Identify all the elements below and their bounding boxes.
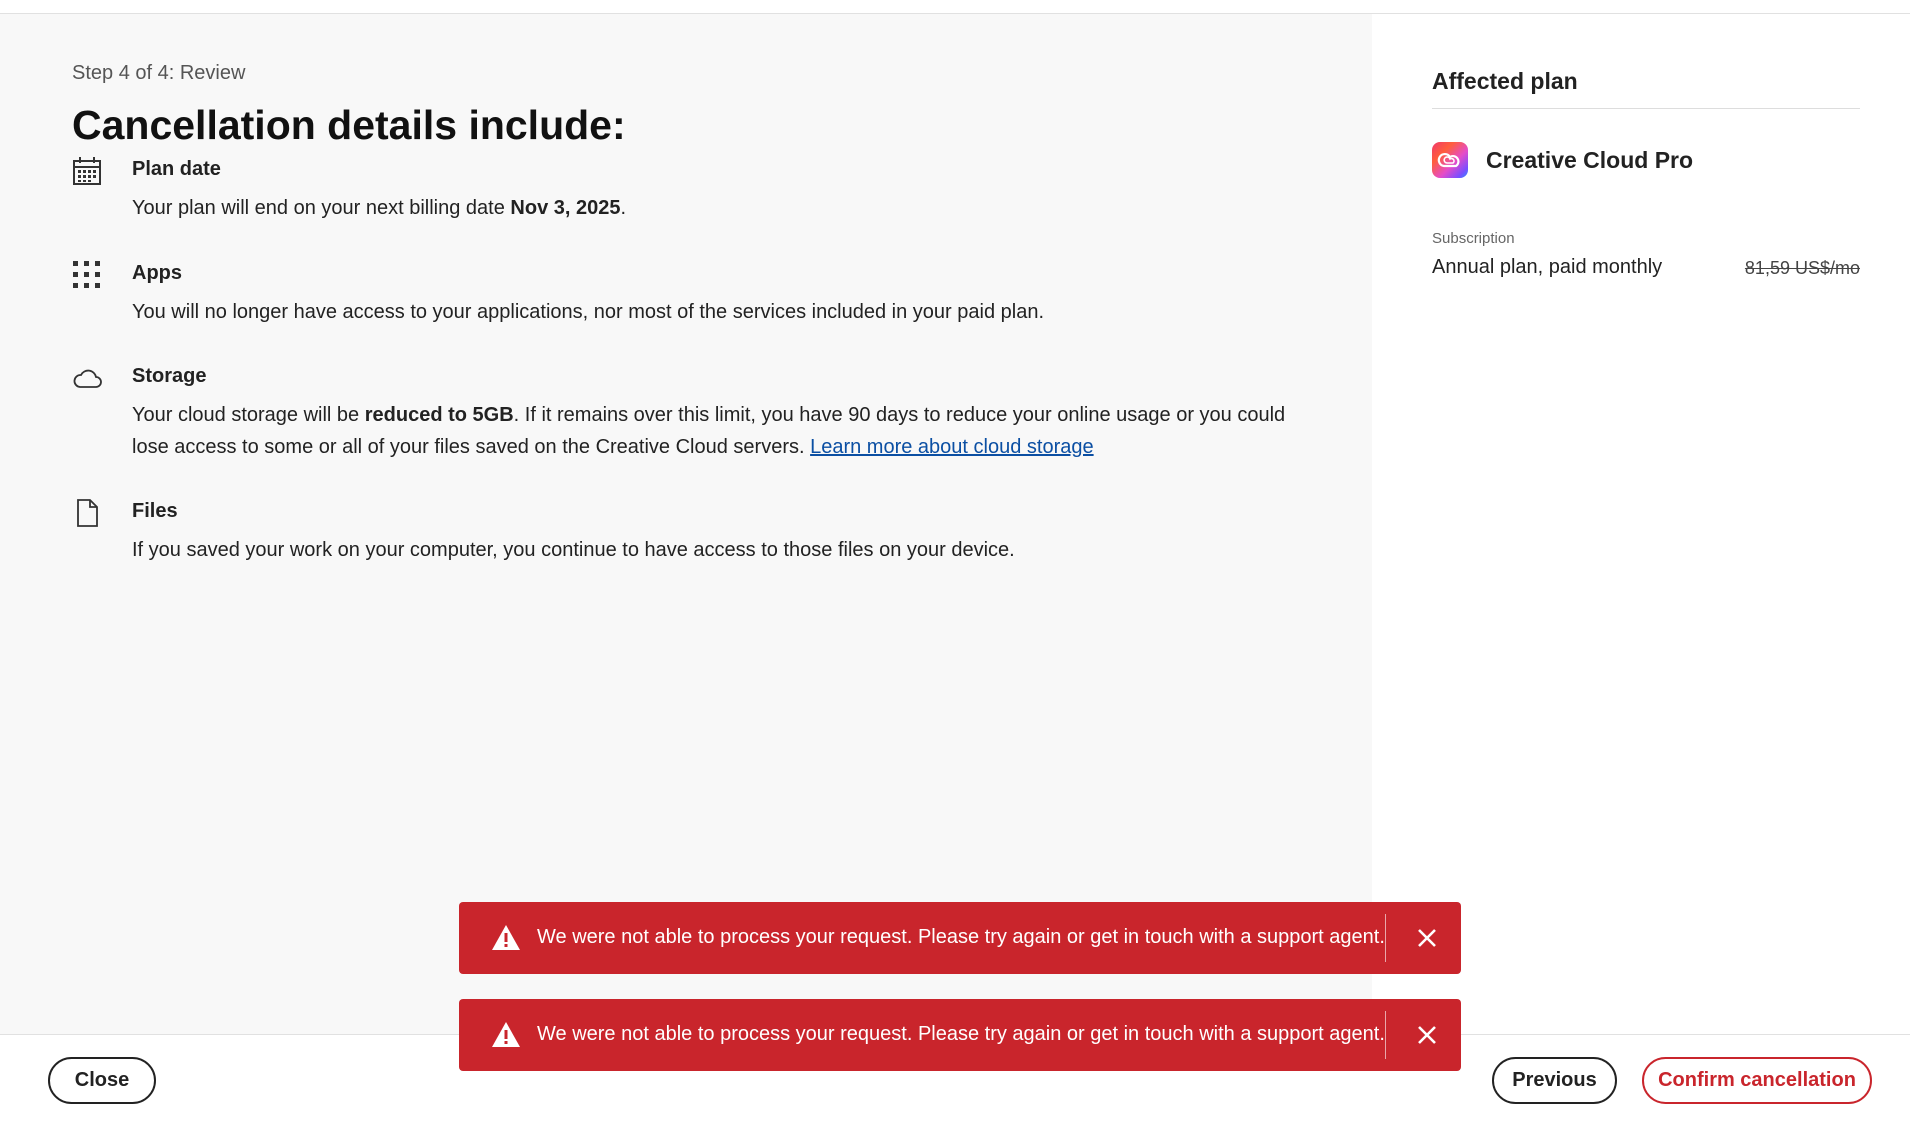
detail-plan-date: Plan date Your plan will end on your nex… xyxy=(72,156,1302,226)
plan-end-date: Nov 3, 2025 xyxy=(510,197,621,219)
apps-grid-icon xyxy=(73,261,100,288)
cloud-storage-link[interactable]: Learn more about cloud storage xyxy=(810,436,1094,458)
warning-icon xyxy=(492,925,520,950)
detail-storage: Storage Your cloud storage will be reduc… xyxy=(72,363,1302,473)
product-name: Creative Cloud Pro xyxy=(1486,146,1694,173)
toast-divider xyxy=(1385,914,1386,962)
detail-heading: Storage xyxy=(132,365,207,387)
calendar-icon xyxy=(73,157,101,185)
detail-heading: Apps xyxy=(132,262,182,284)
detail-text: You will no longer have access to your a… xyxy=(132,301,1045,323)
error-toast: We were not able to process your request… xyxy=(459,902,1461,974)
detail-text-part: Your cloud storage will be xyxy=(132,404,365,426)
aside-divider xyxy=(1432,108,1860,109)
step-indicator: Step 4 of 4: Review xyxy=(72,62,246,84)
plan-price: 81,59 US$/mo xyxy=(1744,258,1860,278)
detail-heading: Plan date xyxy=(132,158,221,180)
detail-text: Your plan will end on your next billing … xyxy=(132,192,1322,224)
detail-text-part: Your plan will end on your next billing … xyxy=(132,197,511,219)
detail-heading: Files xyxy=(132,500,178,522)
product-row: Creative Cloud Pro xyxy=(1432,142,1693,178)
detail-text: If you saved your work on your computer,… xyxy=(132,539,1015,561)
top-divider xyxy=(0,0,1910,14)
toast-message: We were not able to process your request… xyxy=(537,1023,1385,1045)
main-panel: Step 4 of 4: Review Cancellation details… xyxy=(0,14,1372,1034)
detail-apps: Apps You will no longer have access to y… xyxy=(72,260,1302,330)
detail-text: Your cloud storage will be reduced to 5G… xyxy=(132,399,1322,463)
confirm-cancellation-button[interactable]: Confirm cancellation xyxy=(1642,1057,1872,1104)
creative-cloud-swirl-icon xyxy=(1437,152,1460,168)
detail-text-part: . xyxy=(620,197,627,219)
error-toast: We were not able to process your request… xyxy=(459,999,1461,1071)
close-button[interactable]: Close xyxy=(48,1057,156,1104)
detail-files: Files If you saved your work on your com… xyxy=(72,498,1302,568)
plan-type: Annual plan, paid monthly xyxy=(1432,256,1663,278)
subscription-label: Subscription xyxy=(1432,230,1515,247)
storage-limit: reduced to 5GB xyxy=(364,404,514,426)
cloud-icon xyxy=(73,369,102,388)
affected-plan-heading: Affected plan xyxy=(1432,68,1578,94)
toast-divider xyxy=(1385,1011,1386,1059)
file-icon xyxy=(77,499,98,527)
close-icon[interactable] xyxy=(1411,1019,1443,1051)
toast-message: We were not able to process your request… xyxy=(537,926,1385,948)
close-icon[interactable] xyxy=(1411,922,1443,954)
previous-button[interactable]: Previous xyxy=(1492,1057,1617,1104)
creative-cloud-logo-icon xyxy=(1432,142,1468,178)
affected-plan-panel: Affected plan Creative Cloud Pro Subscri… xyxy=(1372,14,1910,1034)
warning-icon xyxy=(492,1022,520,1047)
page-title: Cancellation details include: xyxy=(72,102,626,148)
